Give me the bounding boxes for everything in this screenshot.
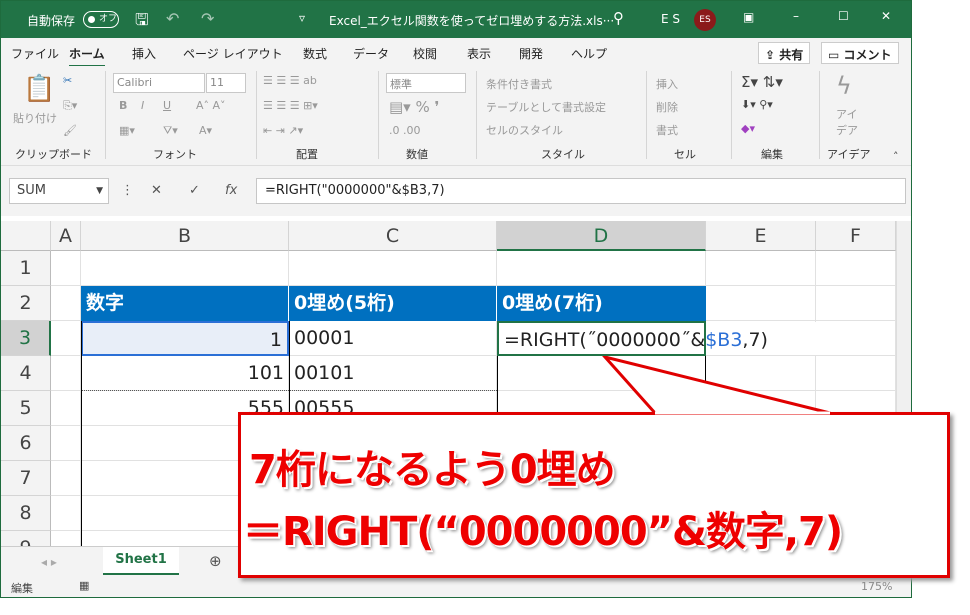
callout-line1: 7桁になるよう0埋め bbox=[249, 447, 616, 493]
callout-line2: ＝RIGHT(“0000000”&数字,7) bbox=[243, 509, 843, 555]
formula-text: =RIGHT(˝0000000˝& bbox=[504, 329, 706, 351]
callout-box: 7桁になるよう0埋め ＝RIGHT(“0000000”&数字,7) bbox=[238, 412, 950, 578]
cell-D3-editing[interactable]: =RIGHT(˝0000000˝&$B3,7) bbox=[497, 321, 768, 356]
formula-text-end: ,7) bbox=[742, 329, 768, 351]
formula-reference: $B3 bbox=[705, 329, 743, 351]
